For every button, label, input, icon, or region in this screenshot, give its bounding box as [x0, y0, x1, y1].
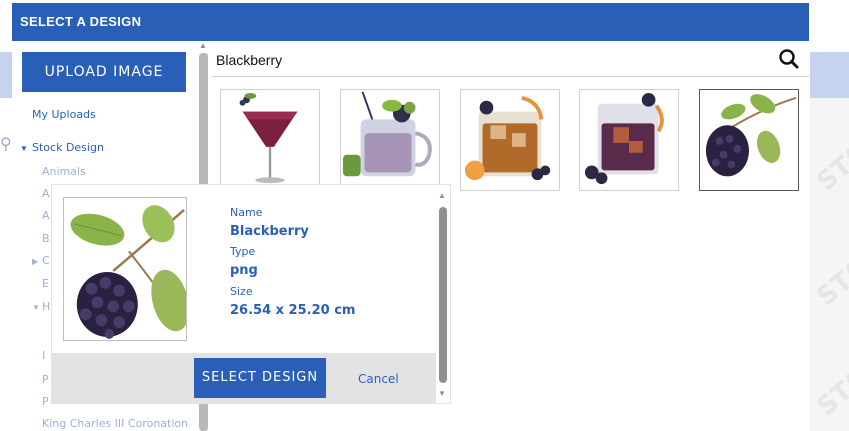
design-thumbnail-old-fashioned-orange[interactable] [460, 89, 560, 191]
mule-cocktail-image [342, 91, 432, 177]
size-value: 26.54 x 25.20 cm [230, 303, 356, 318]
old-fashioned-cocktail-image [464, 95, 551, 181]
page: ⚲ STAHLS STAHLS STAHLS SELECT A DESIGN U… [0, 0, 849, 431]
search-bar [212, 41, 809, 77]
sidebar-item[interactable]: A [42, 187, 50, 200]
background-banner [810, 52, 849, 98]
modal-title: SELECT A DESIGN [12, 3, 809, 41]
scroll-down-arrow-icon[interactable]: ▼ [438, 389, 446, 398]
sidebar-item-animals[interactable]: Animals [42, 165, 86, 178]
sidebar-item[interactable]: B [42, 232, 50, 245]
blackberry-image [705, 94, 797, 177]
sidebar-item[interactable]: C [42, 254, 50, 267]
blackberry-preview-image [70, 205, 186, 339]
sidebar-item[interactable]: E [42, 277, 49, 290]
caret-down-icon: ▼ [32, 303, 40, 312]
martini-cocktail-image [239, 92, 298, 184]
search-input[interactable] [216, 49, 756, 71]
select-design-button[interactable]: SELECT DESIGN [194, 358, 326, 398]
cancel-link[interactable]: Cancel [358, 372, 399, 386]
design-preview [63, 197, 187, 341]
sidebar-item-stock-design[interactable]: Stock Design [32, 141, 104, 154]
name-label: Name [230, 206, 263, 219]
popup-footer: SELECT DESIGN Cancel [52, 353, 436, 403]
popup-scrollbar[interactable]: ▲ ▼ [438, 191, 448, 399]
size-label: Size [230, 285, 253, 298]
sidebar-item-my-uploads[interactable]: My Uploads [32, 108, 96, 121]
select-design-modal: SELECT A DESIGN UPLOAD IMAGE My Uploads … [12, 3, 809, 431]
type-label: Type [230, 245, 256, 258]
type-value: png [230, 263, 258, 278]
design-thumbnail-martini[interactable] [220, 89, 320, 191]
sidebar-item-king-charles[interactable]: King Charles III Coronation [42, 417, 188, 430]
upload-image-button[interactable]: UPLOAD IMAGE [22, 52, 186, 92]
scroll-up-arrow-icon[interactable]: ▲ [199, 41, 207, 50]
sidebar-item[interactable]: P [42, 373, 49, 386]
scroll-up-arrow-icon[interactable]: ▲ [438, 191, 446, 200]
sidebar-item[interactable]: I [42, 349, 45, 362]
design-thumbnail-old-fashioned-blackberry[interactable] [579, 89, 679, 191]
background-zoom-icon: ⚲ [0, 136, 12, 153]
search-icon[interactable] [778, 48, 800, 70]
sidebar-item[interactable]: P [42, 395, 49, 408]
sidebar-item[interactable]: A [42, 209, 50, 222]
sidebar-item[interactable]: H [42, 300, 50, 313]
caret-down-icon: ▼ [20, 144, 28, 153]
caret-right-icon: ▶ [32, 257, 39, 266]
design-thumbnail-mule[interactable] [340, 89, 440, 191]
name-value: Blackberry [230, 224, 309, 239]
old-fashioned-blackberry-image [584, 92, 664, 185]
design-thumbnail-blackberry[interactable] [699, 89, 799, 191]
popup-scroll-thumb[interactable] [439, 207, 447, 383]
design-detail-popup: Name Blackberry Type png Size 26.54 x 25… [52, 185, 450, 403]
background-banner-left [0, 52, 12, 98]
